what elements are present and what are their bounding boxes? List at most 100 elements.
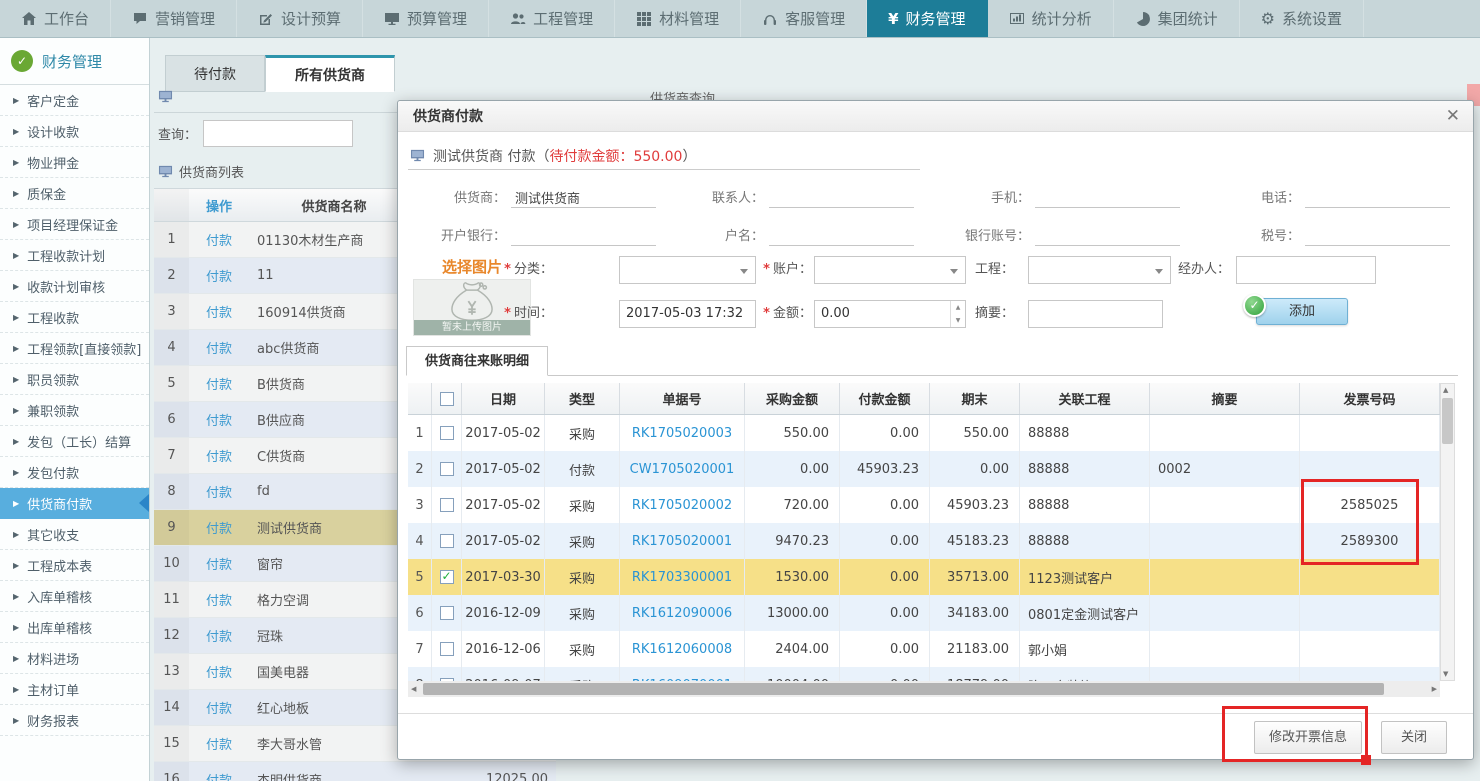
sidebar-item[interactable]: ▶项目经理保证金 bbox=[0, 209, 149, 240]
cell-doc-link[interactable]: RK1703300001 bbox=[620, 559, 745, 595]
nav-item-marketing[interactable]: 营销管理 bbox=[111, 0, 237, 37]
row-checkbox[interactable] bbox=[440, 606, 454, 620]
sidebar-item[interactable]: ▶物业押金 bbox=[0, 147, 149, 178]
cell-doc-link[interactable]: RK1705020002 bbox=[620, 487, 745, 523]
nav-item-design-budget[interactable]: 设计预算 bbox=[237, 0, 363, 37]
nav-item-customer-service[interactable]: 客服管理 bbox=[741, 0, 867, 37]
scroll-left-icon[interactable]: ◀ bbox=[411, 685, 416, 693]
sidebar-item[interactable]: ▶主材订单 bbox=[0, 674, 149, 705]
search-input[interactable] bbox=[203, 120, 353, 147]
sidebar-item[interactable]: ▶财务报表 bbox=[0, 705, 149, 736]
row-checkbox bbox=[432, 595, 462, 631]
supplier-name: 160914供货商 bbox=[249, 302, 411, 321]
vertical-scrollbar[interactable]: ▲ ▼ bbox=[1440, 383, 1455, 681]
cell-payment: 0.00 bbox=[840, 595, 930, 631]
info-field-value[interactable] bbox=[511, 223, 656, 246]
nav-item-group-stats[interactable]: 集团统计 bbox=[1114, 0, 1240, 37]
nav-item-statistics[interactable]: 统计分析 bbox=[988, 0, 1114, 37]
pay-link[interactable]: 付款 bbox=[189, 338, 249, 357]
sidebar-item[interactable]: ▶设计收款 bbox=[0, 116, 149, 147]
info-field-value[interactable]: 测试供货商 bbox=[511, 185, 656, 208]
sidebar-item[interactable]: ▶质保金 bbox=[0, 178, 149, 209]
pay-link[interactable]: 付款 bbox=[189, 554, 249, 573]
cell-type: 采购 bbox=[545, 523, 620, 559]
scroll-right-icon[interactable]: ▶ bbox=[1432, 685, 1437, 693]
info-field-value[interactable] bbox=[1035, 223, 1180, 246]
nav-item-engineering[interactable]: 工程管理 bbox=[489, 0, 615, 37]
pay-link[interactable]: 付款 bbox=[189, 590, 249, 609]
sidebar-item[interactable]: ▶职员领款 bbox=[0, 364, 149, 395]
row-checkbox[interactable] bbox=[440, 534, 454, 548]
nav-item-workbench[interactable]: 工作台 bbox=[0, 0, 111, 37]
pay-link[interactable]: 付款 bbox=[189, 302, 249, 321]
sidebar-item[interactable]: ▶工程成本表 bbox=[0, 550, 149, 581]
row-checkbox[interactable] bbox=[440, 498, 454, 512]
cell-extra: 12025.00 bbox=[411, 772, 552, 781]
scroll-down-icon[interactable]: ▼ bbox=[1443, 670, 1448, 678]
info-row: 供货商：测试供货商联系人：手机：电话： bbox=[406, 177, 1466, 215]
sidebar-item[interactable]: ▶其它收支 bbox=[0, 519, 149, 550]
nav-item-system-settings[interactable]: ⚙系统设置 bbox=[1240, 0, 1364, 37]
pay-link[interactable]: 付款 bbox=[189, 662, 249, 681]
pay-link[interactable]: 付款 bbox=[189, 230, 249, 249]
nav-item-budget[interactable]: 预算管理 bbox=[363, 0, 489, 37]
pay-link[interactable]: 付款 bbox=[189, 734, 249, 753]
close-button[interactable]: 关闭 bbox=[1381, 721, 1447, 754]
tab-all-suppliers[interactable]: 所有供货商 bbox=[265, 55, 395, 92]
nav-item-finance[interactable]: ¥财务管理 bbox=[867, 0, 987, 37]
barchart-icon bbox=[1009, 11, 1025, 27]
sidebar-item[interactable]: ▶客户定金 bbox=[0, 85, 149, 116]
sidebar-item[interactable]: ▶材料进场 bbox=[0, 643, 149, 674]
pay-link[interactable]: 付款 bbox=[189, 266, 249, 285]
tab-supplier-ledger[interactable]: 供货商往来账明细 bbox=[406, 346, 548, 376]
cell-doc-link[interactable]: CW1705020001 bbox=[620, 451, 745, 487]
cell-invoice bbox=[1300, 631, 1440, 667]
sidebar-item[interactable]: ▶工程领款[直接领款] bbox=[0, 333, 149, 364]
pay-link[interactable]: 付款 bbox=[189, 518, 249, 537]
info-field-value[interactable] bbox=[769, 223, 914, 246]
caret-icon: ▶ bbox=[13, 437, 19, 446]
info-field-value[interactable] bbox=[1035, 185, 1180, 208]
agent-input[interactable] bbox=[1236, 256, 1376, 284]
scroll-up-icon[interactable]: ▲ bbox=[1443, 386, 1448, 394]
pay-link[interactable]: 付款 bbox=[189, 770, 249, 781]
pay-link[interactable]: 付款 bbox=[189, 374, 249, 393]
row-checkbox[interactable] bbox=[440, 426, 454, 440]
pay-link[interactable]: 付款 bbox=[189, 626, 249, 645]
horizontal-scroll-thumb[interactable] bbox=[423, 683, 1384, 695]
sidebar-item[interactable]: ▶出库单稽核 bbox=[0, 612, 149, 643]
col-project: 关联工程 bbox=[1020, 383, 1150, 414]
tab-pending-payment[interactable]: 待付款 bbox=[165, 55, 265, 92]
info-field-value[interactable] bbox=[1305, 223, 1450, 246]
sidebar-item[interactable]: ▶收款计划审核 bbox=[0, 271, 149, 302]
pay-link[interactable]: 付款 bbox=[189, 698, 249, 717]
vertical-scroll-thumb[interactable] bbox=[1442, 398, 1453, 444]
sidebar-item[interactable]: ▶工程收款计划 bbox=[0, 240, 149, 271]
sidebar-item-label: 项目经理保证金 bbox=[27, 215, 118, 234]
cell-doc-link[interactable]: RK1609070001 bbox=[620, 667, 745, 681]
select-all-checkbox[interactable] bbox=[440, 392, 454, 406]
info-field-value[interactable] bbox=[1305, 185, 1450, 208]
info-field-value[interactable] bbox=[769, 185, 914, 208]
cell-doc-link[interactable]: RK1705020001 bbox=[620, 523, 745, 559]
cell-doc-link[interactable]: RK1612090006 bbox=[620, 595, 745, 631]
row-checkbox[interactable] bbox=[440, 642, 454, 656]
sidebar-item[interactable]: ▶入库单稽核 bbox=[0, 581, 149, 612]
sidebar-item[interactable]: ▶兼职领款 bbox=[0, 395, 149, 426]
cell-doc-link[interactable]: RK1612060008 bbox=[620, 631, 745, 667]
cell-doc-link[interactable]: RK1705020003 bbox=[620, 415, 745, 451]
pay-link[interactable]: 付款 bbox=[189, 446, 249, 465]
sidebar-item[interactable]: ▶发包（工长）结算 bbox=[0, 426, 149, 457]
sidebar-item[interactable]: ▶发包付款 bbox=[0, 457, 149, 488]
close-icon[interactable]: ✕ bbox=[1446, 106, 1460, 126]
nav-item-materials[interactable]: 材料管理 bbox=[615, 0, 741, 37]
pay-link[interactable]: 付款 bbox=[189, 410, 249, 429]
row-checkbox[interactable] bbox=[440, 462, 454, 476]
sidebar-item[interactable]: ▶供货商付款 bbox=[0, 488, 149, 519]
pay-link[interactable]: 付款 bbox=[189, 482, 249, 501]
add-button[interactable]: 添加 bbox=[1256, 298, 1348, 325]
sidebar-item[interactable]: ▶工程收款 bbox=[0, 302, 149, 333]
summary-input[interactable] bbox=[1028, 300, 1163, 328]
horizontal-scrollbar[interactable]: ◀ ▶ bbox=[408, 681, 1440, 697]
row-checkbox[interactable] bbox=[440, 570, 454, 584]
